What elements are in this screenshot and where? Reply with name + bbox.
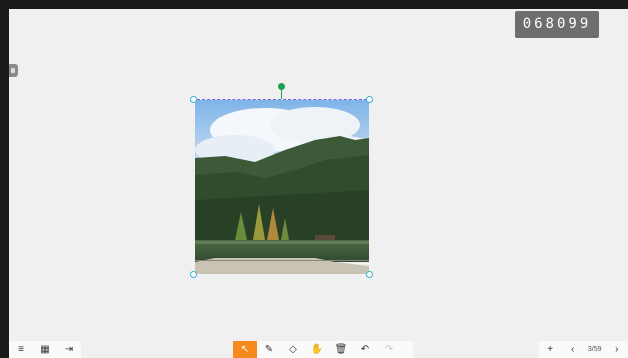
resize-handle-top-right[interactable] — [366, 96, 373, 103]
undo-icon[interactable]: ↶ — [353, 341, 377, 358]
resize-handle-bottom-left[interactable] — [190, 271, 197, 278]
hand-tool-icon[interactable]: ✋ — [305, 341, 329, 358]
left-toolbar: ≡ ▦ ⇥ — [9, 341, 81, 358]
qr-code-icon[interactable]: ▦ — [33, 341, 57, 358]
whiteboard-canvas[interactable]: 068099 ≡ ▦ ⇥ ↖ ✎ ◇ ✋ 🗑 ↶ ↷ + ‹ 3/59 › — [9, 9, 628, 358]
add-page-icon[interactable]: + — [539, 341, 561, 358]
redo-icon[interactable]: ↷ — [377, 341, 401, 358]
resize-handle-bottom-right[interactable] — [366, 271, 373, 278]
pen-tool-icon[interactable]: ✎ — [257, 341, 281, 358]
page-indicator: 3/59 — [587, 346, 602, 353]
exit-icon[interactable]: ⇥ — [57, 341, 81, 358]
page-toolbar: + ‹ 3/59 › — [539, 341, 628, 358]
delete-icon[interactable]: 🗑 — [329, 341, 353, 358]
selection-top-border — [192, 99, 372, 100]
room-code-badge: 068099 — [515, 11, 599, 38]
select-tool-icon[interactable]: ↖ — [233, 341, 257, 358]
landscape-photo[interactable] — [195, 100, 369, 274]
inserted-image[interactable] — [190, 83, 373, 278]
eraser-tool-icon[interactable]: ◇ — [281, 341, 305, 358]
drawing-toolbar: ↖ ✎ ◇ ✋ 🗑 ↶ ↷ — [233, 341, 413, 358]
menu-icon[interactable]: ≡ — [9, 341, 33, 358]
next-page-icon[interactable]: › — [606, 341, 628, 358]
rotate-handle[interactable] — [278, 83, 285, 90]
side-panel-tab[interactable] — [9, 64, 18, 77]
resize-handle-top-left[interactable] — [190, 96, 197, 103]
prev-page-icon[interactable]: ‹ — [561, 341, 583, 358]
